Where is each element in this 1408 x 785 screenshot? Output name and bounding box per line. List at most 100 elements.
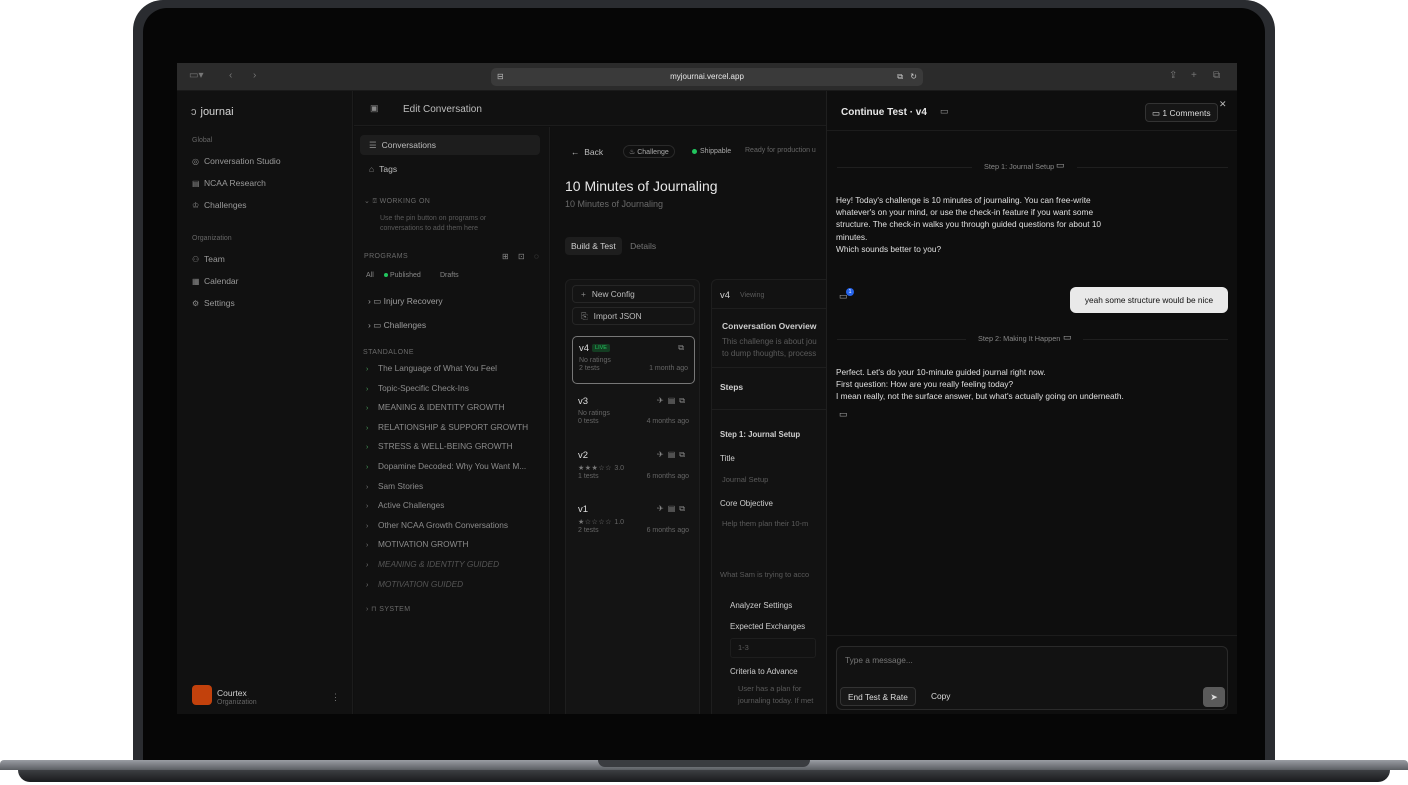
filter-published[interactable]: Published: [384, 272, 421, 279]
version-ratings: No ratings: [579, 357, 611, 364]
forward-arrow-icon[interactable]: ›: [253, 70, 256, 81]
new-config-button[interactable]: + New Config: [572, 285, 695, 303]
version-card-v2[interactable]: v2 ✈▤⧉ ★★★☆☆ 3.0 1 tests 6 months ago: [572, 444, 695, 492]
logo-icon: ↄ: [191, 106, 197, 118]
tab-tags[interactable]: ⌂ Tags: [360, 159, 540, 179]
app-logo[interactable]: ↄ journai: [191, 106, 234, 118]
comments-button[interactable]: ▭ 1 Comments: [1145, 103, 1218, 122]
import-json-button[interactable]: ⎘ Import JSON: [572, 307, 695, 325]
chevron-right-icon: ›: [366, 582, 369, 589]
tab-build-test[interactable]: Build & Test: [565, 237, 622, 255]
version-age: 1 month ago: [649, 365, 688, 372]
panel-toggle-icon[interactable]: ▣: [370, 103, 379, 114]
badge-label: Challenge: [637, 149, 669, 156]
working-on-label[interactable]: ⌄ ⍔ WORKING ON: [364, 197, 430, 206]
nav-challenges[interactable]: ♔ Challenges: [192, 200, 247, 210]
back-button[interactable]: ← Back: [571, 147, 603, 157]
shippable-badge: Shippable: [687, 145, 736, 158]
list-item[interactable]: › MEANING & IDENTITY GUIDED: [366, 559, 499, 569]
comment-count-badge: 1: [846, 288, 854, 296]
list-item[interactable]: › Dopamine Decoded: Why You Want M...: [366, 461, 526, 471]
list-item[interactable]: › The Language of What You Feel: [366, 363, 497, 373]
org-avatar[interactable]: [192, 685, 212, 705]
tab-conversations[interactable]: ☰ Conversations: [360, 135, 540, 155]
version-card-v4[interactable]: v4 LIVE ⧉ No ratings 2 tests 1 month ago: [572, 336, 695, 384]
overview-text-1: This challenge is about jou: [722, 337, 817, 346]
system-section[interactable]: › ⊓ SYSTEM: [366, 605, 410, 613]
comment-icon[interactable]: ▭: [940, 106, 949, 117]
sidebar-toggle-icon[interactable]: ▭▾: [189, 70, 203, 81]
list-item[interactable]: › MEANING & IDENTITY GROWTH: [366, 402, 505, 412]
assistant-message-1: Hey! Today's challenge is 10 minutes of …: [836, 194, 1136, 255]
title-field[interactable]: Journal Setup: [722, 474, 768, 486]
nav-settings[interactable]: ⚙ Settings: [192, 298, 235, 308]
section-label-text: SYSTEM: [379, 606, 411, 613]
new-folder-icon[interactable]: ⊞: [502, 252, 509, 261]
item-label: Sam Stories: [378, 481, 424, 491]
global-section-label: Global: [192, 137, 213, 144]
folder-challenges[interactable]: › ▭ Challenges: [368, 320, 426, 331]
standalone-label: STANDALONE: [363, 349, 414, 356]
message-line: structure. The check-in walks you throug…: [836, 219, 1102, 230]
new-tab-icon[interactable]: +: [1191, 70, 1197, 81]
tab-details[interactable]: Details: [624, 237, 662, 255]
more-options-icon[interactable]: ⋮: [331, 692, 340, 703]
comment-icon[interactable]: ▭: [1063, 332, 1072, 343]
version-actions-icons[interactable]: ✈▤⧉: [657, 396, 689, 406]
message-line: I mean really, not the surface answer, b…: [836, 391, 1124, 402]
share-icon[interactable]: ⇪: [1169, 70, 1177, 81]
item-label: Active Challenges: [378, 500, 445, 510]
version-rating: 1.0: [614, 519, 625, 526]
copy-button[interactable]: Copy: [931, 691, 950, 701]
list-item[interactable]: › MOTIVATION GROWTH: [366, 539, 469, 549]
version-age: 6 months ago: [646, 473, 689, 480]
list-item[interactable]: › Other NCAA Growth Conversations: [366, 520, 508, 530]
list-item[interactable]: › MOTIVATION GUIDED: [366, 579, 463, 589]
end-test-rate-button[interactable]: End Test & Rate: [840, 687, 916, 706]
comment-icon[interactable]: ▭: [1056, 160, 1065, 171]
nav-team[interactable]: ⚇ Team: [192, 254, 225, 264]
section-label-text: WORKING ON: [379, 198, 431, 205]
button-label: Import JSON: [593, 311, 642, 321]
version-tests: 2 tests: [578, 527, 599, 534]
core-objective-field[interactable]: Help them plan their 10-m: [722, 518, 808, 530]
translate-icon[interactable]: ⧉: [897, 68, 903, 86]
list-item[interactable]: › Active Challenges: [366, 500, 444, 510]
version-age: 4 months ago: [646, 418, 689, 425]
tabs-overview-icon[interactable]: ⧉: [1213, 70, 1220, 81]
list-item[interactable]: › STRESS & WELL-BEING GROWTH: [366, 441, 513, 451]
nav-calendar[interactable]: ▦ Calendar: [192, 276, 239, 286]
version-card-v1[interactable]: v1 ✈▤⧉ ★☆☆☆☆ 1.0 2 tests 6 months ago: [572, 498, 695, 546]
filter-all[interactable]: All: [366, 272, 374, 279]
nav-conversation-studio[interactable]: ◎ Conversation Studio: [192, 156, 281, 166]
close-icon[interactable]: ✕: [1219, 99, 1227, 110]
new-conversation-icon[interactable]: ◌: [534, 252, 539, 261]
criteria-value-1[interactable]: User has a plan for: [738, 683, 801, 695]
address-bar[interactable]: ⊟ myjournai.vercel.app ⧉ ↻: [491, 68, 923, 86]
tab-label: Conversations: [381, 140, 436, 150]
reload-icon[interactable]: ↻: [910, 68, 917, 86]
message-input[interactable]: Type a message...: [845, 655, 913, 665]
star-rating-icon: ★★★☆☆: [578, 465, 615, 472]
comment-icon[interactable]: ▭: [839, 409, 848, 420]
copy-icon[interactable]: ⧉: [678, 343, 688, 353]
version-actions-icons[interactable]: ✈▤⧉: [657, 504, 689, 514]
folder-injury-recovery[interactable]: › ▭ Injury Recovery: [368, 296, 443, 307]
list-item[interactable]: › Sam Stories: [366, 481, 423, 491]
site-settings-icon[interactable]: ⊟: [497, 68, 504, 86]
version-actions-icons[interactable]: ✈▤⧉: [657, 450, 689, 460]
organization-section-label: Organization: [192, 235, 232, 242]
message-line: Hey! Today's challenge is 10 minutes of …: [836, 195, 1091, 205]
list-item[interactable]: › Topic-Specific Check-Ins: [366, 383, 469, 393]
message-line: First question: How are you really feeli…: [836, 379, 1014, 390]
criteria-value-2[interactable]: journaling today. If met: [738, 695, 813, 707]
item-label: RELATIONSHIP & SUPPORT GROWTH: [378, 422, 529, 432]
new-program-icon[interactable]: ⊡: [518, 252, 525, 261]
version-rating: 3.0: [614, 465, 625, 472]
send-icon[interactable]: ➤: [1203, 687, 1225, 707]
list-item[interactable]: › RELATIONSHIP & SUPPORT GROWTH: [366, 422, 528, 432]
version-card-v3[interactable]: v3 ✈▤⧉ No ratings 0 tests 4 months ago: [572, 390, 695, 438]
filter-drafts[interactable]: Drafts: [440, 272, 459, 279]
back-arrow-icon[interactable]: ‹: [229, 70, 232, 81]
nav-ncaa-research[interactable]: ▤ NCAA Research: [192, 178, 266, 188]
